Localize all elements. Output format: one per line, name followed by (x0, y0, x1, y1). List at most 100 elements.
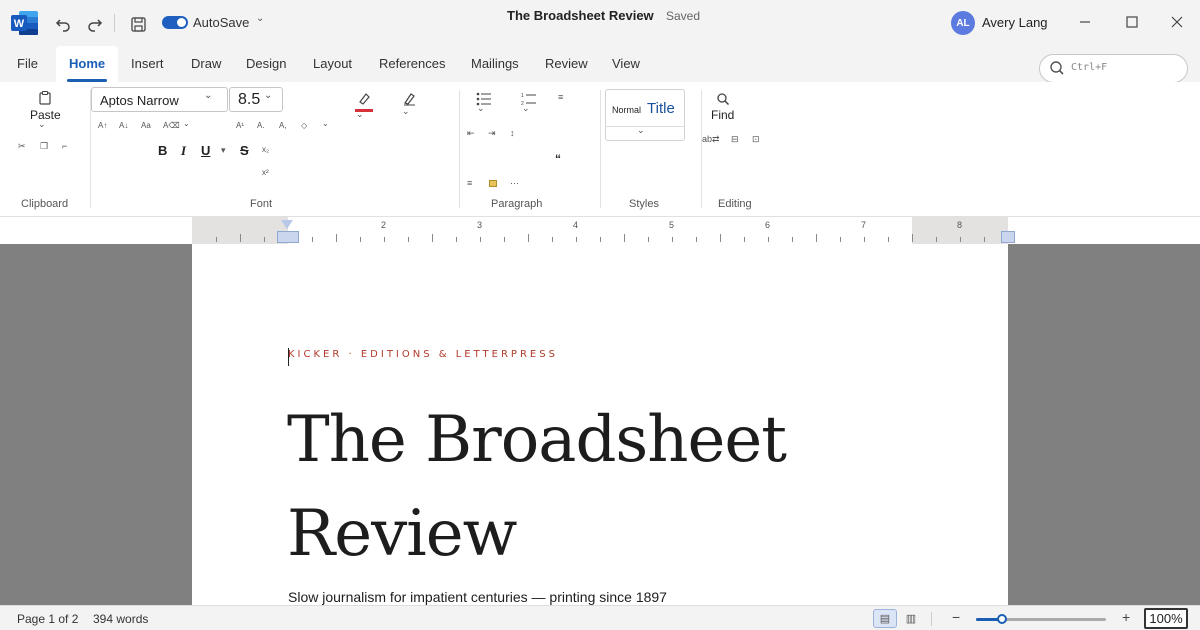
ruler-tick (648, 237, 649, 242)
format-painter-icon[interactable]: ⌐ (62, 141, 67, 151)
superscript-icon[interactable]: x² (262, 168, 269, 177)
subscript-icon[interactable]: x₂ (262, 145, 269, 154)
bold-button[interactable]: B (158, 143, 167, 158)
select-icon[interactable]: ⊟ (731, 134, 739, 145)
underline-chevron-icon[interactable]: ▾ (221, 145, 226, 156)
tab-design[interactable]: Design (246, 56, 286, 71)
ruler-tick (240, 234, 241, 242)
paste-chevron-icon[interactable]: ⌄ (38, 119, 46, 130)
tab-references[interactable]: References (379, 56, 445, 71)
ruler-tick (936, 237, 937, 242)
dictate-icon[interactable]: ⊡ (752, 134, 760, 145)
word-count[interactable]: 394 words (93, 612, 148, 626)
zoom-in-icon[interactable]: + (1122, 609, 1130, 625)
group-label-styles: Styles (629, 198, 659, 210)
sort-icon[interactable]: ↕ (510, 128, 515, 138)
bullets-chevron-icon[interactable]: ⌄ (477, 103, 485, 114)
ruler-tick (984, 237, 985, 242)
undo-icon[interactable] (53, 14, 73, 34)
ruler-tick (408, 237, 409, 242)
borders-icon[interactable]: ⋯ (510, 178, 519, 189)
highlighter-chevron-icon[interactable]: ⌄ (356, 109, 364, 120)
ruler-tick (480, 237, 481, 242)
tab-layout[interactable]: Layout (313, 56, 352, 71)
grow-font-icon[interactable]: A↑ (98, 121, 107, 130)
save-icon[interactable] (128, 14, 148, 34)
redo-icon[interactable] (85, 14, 105, 34)
ruler-tick (384, 237, 385, 242)
font-color-chevron-icon[interactable]: ⌄ (402, 106, 410, 117)
minimize-icon[interactable] (1075, 12, 1095, 32)
zoom-out-icon[interactable]: − (952, 609, 960, 625)
first-line-indent-marker[interactable] (281, 220, 293, 229)
more-font-chevron-icon[interactable]: ⌄ (322, 119, 329, 128)
document-kicker[interactable]: KICKER · EDITIONS & LETTERPRESS (288, 349, 558, 360)
strikethrough-button[interactable]: S (240, 143, 249, 158)
ruler-tick (840, 237, 841, 242)
change-case-icon[interactable]: Aa (141, 121, 151, 130)
svg-text:W: W (14, 18, 25, 30)
ribbon-divider (459, 90, 460, 208)
avatar[interactable]: AL (951, 11, 975, 35)
document-subtitle[interactable]: Slow journalism for impatient centuries … (288, 589, 667, 605)
align-icon[interactable]: ≡ (467, 178, 472, 188)
autosave-toggle[interactable] (162, 16, 188, 29)
ruler-tick (744, 237, 745, 242)
chevron-down-icon[interactable]: ⌄ (256, 13, 264, 24)
document-title[interactable]: The Broadsheet Review (507, 8, 654, 23)
user-name[interactable]: Avery Lang (982, 15, 1048, 30)
tab-home[interactable]: Home (69, 56, 105, 71)
shrink-font-icon[interactable]: A↓ (119, 121, 128, 130)
multilevel-list-icon[interactable]: ≡ (558, 92, 563, 102)
menu-bar (0, 46, 1200, 82)
ruler-tick (336, 234, 337, 242)
document-headline-line-2[interactable]: Review (287, 497, 517, 571)
ruler-tick (504, 237, 505, 242)
tab-view[interactable]: View (612, 56, 640, 71)
find-button[interactable]: Find (711, 108, 734, 122)
underline-button[interactable]: U (201, 143, 210, 158)
text-effects-chevron-icon[interactable]: ⌄ (183, 119, 190, 128)
font-family-chevron-icon[interactable]: ⌄ (204, 90, 212, 101)
tab-insert[interactable]: Insert (131, 56, 164, 71)
shading-icon[interactable] (489, 180, 497, 187)
copy-icon[interactable]: ❐ (40, 141, 48, 152)
increase-indent-icon[interactable]: ⇥ (488, 128, 496, 139)
style-title[interactable]: Title (647, 100, 675, 117)
cut-icon[interactable]: ✂ (18, 141, 26, 152)
document-headline-line-1[interactable]: The Broadsheet (287, 403, 787, 477)
ruler-tick (264, 237, 265, 242)
web-layout-view-icon[interactable]: ▥ (899, 609, 923, 628)
page-count[interactable]: Page 1 of 2 (17, 612, 78, 626)
quote-icon[interactable]: “ (555, 152, 561, 166)
ruler-tick (456, 237, 457, 242)
decrease-indent-icon[interactable]: ⇤ (467, 128, 475, 139)
right-indent-marker[interactable] (1001, 231, 1015, 243)
print-layout-view-icon[interactable]: ▤ (873, 609, 897, 628)
styles-expand-chevron-icon[interactable]: ⌄ (637, 125, 645, 136)
eraser-icon[interactable]: ◇ (301, 121, 307, 130)
ruler-tick (864, 237, 865, 242)
tab-mailings[interactable]: Mailings (471, 56, 519, 71)
left-indent-marker[interactable] (277, 231, 299, 243)
close-icon[interactable] (1167, 12, 1187, 32)
clear-format-icon[interactable]: A⌫ (163, 121, 180, 130)
text-highlight-a-icon[interactable]: A, (279, 121, 287, 130)
italic-button[interactable]: I (181, 143, 186, 159)
style-normal[interactable]: Normal (612, 105, 641, 115)
ruler-tick (312, 237, 313, 242)
zoom-slider-thumb[interactable] (997, 614, 1007, 624)
numbering-chevron-icon[interactable]: ⌄ (522, 103, 530, 114)
font-size-chevron-icon[interactable]: ⌄ (264, 90, 272, 101)
maximize-icon[interactable] (1122, 12, 1142, 32)
font-color-a-icon[interactable]: A. (257, 121, 265, 130)
replace-icon[interactable]: ab⇄ (702, 134, 720, 145)
tab-draw[interactable]: Draw (191, 56, 221, 71)
zoom-percentage[interactable]: 100% (1144, 608, 1188, 629)
ruler-tick (696, 237, 697, 242)
superscript-a-icon[interactable]: A¹ (236, 121, 244, 130)
ruler-number: 7 (861, 220, 867, 230)
ribbon-divider (600, 90, 601, 208)
tab-review[interactable]: Review (545, 56, 588, 71)
tab-file[interactable]: File (17, 56, 38, 71)
